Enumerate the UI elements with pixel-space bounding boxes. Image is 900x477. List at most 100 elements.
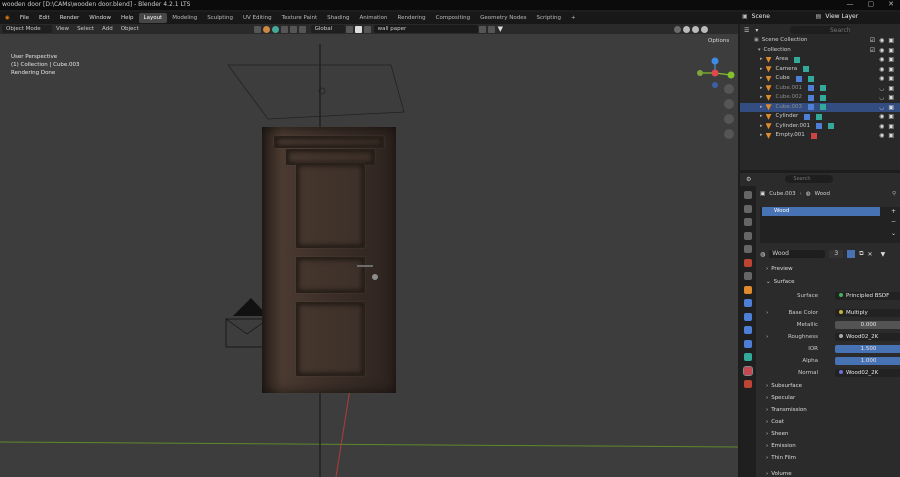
overlay-icon[interactable] bbox=[298, 25, 306, 33]
alpha-slider[interactable]: 1.000 bbox=[835, 357, 900, 365]
camera-render-icon[interactable]: ▣ bbox=[888, 112, 894, 122]
scene-tab-icon[interactable] bbox=[744, 245, 752, 253]
duplicate-icon[interactable]: ⧉ bbox=[859, 250, 863, 258]
shading-material-icon[interactable] bbox=[692, 25, 699, 33]
chevron-right-icon[interactable]: ▸ bbox=[760, 103, 763, 113]
minimize-button[interactable]: — bbox=[847, 0, 854, 10]
sheen-section[interactable]: › Sheen bbox=[760, 428, 900, 440]
options-button[interactable]: Options bbox=[708, 38, 729, 44]
unlink-icon[interactable]: ✕ bbox=[868, 251, 873, 258]
menu-add[interactable]: Add bbox=[98, 25, 117, 34]
snap-icon[interactable] bbox=[280, 25, 288, 33]
properties-editor-icon[interactable]: ⚙ bbox=[746, 176, 751, 183]
camera-render-icon[interactable]: ▣ bbox=[888, 55, 894, 65]
chevron-right-icon[interactable]: ▸ bbox=[760, 65, 763, 75]
tab-compositing[interactable]: Compositing bbox=[431, 13, 475, 23]
chevron-right-icon[interactable]: ▸ bbox=[760, 93, 763, 103]
material-tab-icon[interactable] bbox=[743, 365, 753, 376]
outliner-item-cube-001[interactable]: ▸ Cube.001 ◡ ▣ bbox=[740, 84, 900, 94]
emission-section[interactable]: › Emission bbox=[760, 440, 900, 452]
tab-texture-paint[interactable]: Texture Paint bbox=[277, 13, 323, 23]
specular-section[interactable]: › Specular bbox=[760, 392, 900, 404]
data-tab-icon[interactable] bbox=[744, 353, 752, 361]
proportional-icon[interactable] bbox=[289, 25, 297, 33]
slot-menu-icon[interactable]: ⌄ bbox=[891, 230, 896, 237]
properties-search-input[interactable]: Search bbox=[785, 175, 834, 183]
chevron-down-icon[interactable]: ▾ bbox=[758, 46, 761, 56]
snap-target-icon[interactable] bbox=[354, 25, 362, 33]
add-slot-button[interactable]: + bbox=[891, 208, 896, 215]
transmission-section[interactable]: › Transmission bbox=[760, 404, 900, 416]
texture-tab-icon[interactable] bbox=[744, 380, 752, 388]
roughness-field[interactable]: Wood02_2K bbox=[835, 333, 900, 341]
camera-view-icon[interactable] bbox=[724, 114, 734, 124]
thin-film-section[interactable]: › Thin Film bbox=[760, 452, 900, 464]
camera-render-icon[interactable]: ▣ bbox=[888, 122, 894, 132]
menu-edit[interactable]: Edit bbox=[34, 12, 55, 24]
tab-layout[interactable]: Layout bbox=[138, 13, 168, 23]
outliner-item-cylinder-001[interactable]: ▸ Cylinder.001 ◉ ▣ bbox=[740, 122, 900, 132]
chevron-right-icon[interactable]: ▸ bbox=[760, 131, 763, 141]
coat-section[interactable]: › Coat bbox=[760, 416, 900, 428]
preview-section[interactable]: › Preview bbox=[760, 263, 900, 275]
shading-rendered-icon[interactable] bbox=[701, 25, 708, 33]
menu-render[interactable]: Render bbox=[55, 12, 85, 24]
eye-icon[interactable]: ◉ bbox=[879, 74, 884, 84]
outliner-item-empty-001[interactable]: ▸ Empty.001 ◉ ▣ bbox=[740, 131, 900, 141]
mode-selector[interactable]: Object Mode bbox=[2, 25, 52, 33]
eye-closed-icon[interactable]: ◡ bbox=[879, 103, 884, 113]
eye-closed-icon[interactable]: ◡ bbox=[879, 84, 884, 94]
add-workspace-button[interactable]: + bbox=[566, 13, 581, 23]
physics-tab-icon[interactable] bbox=[744, 326, 752, 334]
wooden-door-model[interactable] bbox=[262, 127, 396, 393]
chevron-right-icon[interactable]: ▸ bbox=[760, 112, 763, 122]
tab-geometry-nodes[interactable]: Geometry Nodes bbox=[475, 13, 531, 23]
output-tab-icon[interactable] bbox=[744, 218, 752, 226]
normal-field[interactable]: Wood02_2K bbox=[835, 369, 900, 377]
tab-rendering[interactable]: Rendering bbox=[393, 13, 431, 23]
shading-wire-icon[interactable] bbox=[674, 25, 681, 33]
close-button[interactable]: ✕ bbox=[888, 0, 894, 10]
proportional-edit-icon[interactable] bbox=[363, 25, 371, 33]
base-color-field[interactable]: Multiply bbox=[835, 309, 900, 317]
metallic-slider[interactable]: 0.000 bbox=[835, 321, 900, 329]
eye-icon[interactable]: ◉ bbox=[879, 112, 884, 122]
checkbox-icon[interactable]: ☑ bbox=[870, 46, 875, 56]
ior-slider[interactable]: 1.500 bbox=[835, 345, 900, 353]
material-browse-icon[interactable]: ◍ bbox=[760, 251, 765, 258]
hand-pan-icon[interactable] bbox=[724, 99, 734, 109]
sort-icon[interactable] bbox=[487, 25, 495, 33]
zoom-icon[interactable] bbox=[724, 84, 734, 94]
transform-orientation[interactable]: Global bbox=[310, 25, 345, 33]
user-count[interactable]: 3 bbox=[829, 250, 844, 258]
camera-render-icon[interactable]: ▣ bbox=[888, 93, 894, 103]
menu-help[interactable]: Help bbox=[116, 12, 139, 24]
scene-collection-row[interactable]: ▣ Scene Collection ☑ ◉ ▣ bbox=[740, 36, 900, 46]
eye-icon[interactable]: ◉ bbox=[879, 46, 884, 56]
particles-tab-icon[interactable] bbox=[744, 312, 752, 321]
chevron-right-icon[interactable]: › bbox=[766, 334, 768, 340]
camera-render-icon[interactable]: ▣ bbox=[888, 131, 894, 141]
tab-shading[interactable]: Shading bbox=[322, 13, 354, 23]
maximize-button[interactable]: ▢ bbox=[868, 0, 875, 10]
chevron-right-icon[interactable]: › bbox=[766, 310, 768, 316]
constraints-tab-icon[interactable] bbox=[744, 339, 752, 348]
menu-object[interactable]: Object bbox=[117, 25, 143, 34]
subsurface-section[interactable]: › Subsurface bbox=[760, 380, 900, 392]
outliner-item-cylinder[interactable]: ▸ Cylinder ◉ ▣ bbox=[740, 112, 900, 122]
pin-icon[interactable]: ⚲ bbox=[892, 191, 896, 197]
eye-icon[interactable]: ◉ bbox=[879, 131, 884, 141]
surface-section[interactable]: ⌄ Surface bbox=[760, 276, 900, 288]
funnel-icon[interactable]: ▼ bbox=[498, 25, 503, 33]
chevron-right-icon[interactable]: ▸ bbox=[760, 55, 763, 65]
material-name-field[interactable]: Wood bbox=[769, 250, 826, 258]
chevron-right-icon[interactable]: ▸ bbox=[760, 84, 763, 94]
outliner-item-cube[interactable]: ▸ Cube ◉ ▣ bbox=[740, 74, 900, 84]
outliner-item-cube-003[interactable]: ▸ Cube.003 ◡ ▣ bbox=[740, 102, 900, 113]
material-slot-wood[interactable]: Wood bbox=[762, 207, 880, 216]
menu-view[interactable]: View bbox=[52, 25, 73, 34]
menu-window[interactable]: Window bbox=[84, 12, 116, 24]
volume-section[interactable]: › Volume bbox=[760, 468, 900, 477]
collection-row[interactable]: ▾ Collection ☑ ◉ ▣ bbox=[740, 46, 900, 56]
tab-scripting[interactable]: Scripting bbox=[532, 13, 566, 23]
